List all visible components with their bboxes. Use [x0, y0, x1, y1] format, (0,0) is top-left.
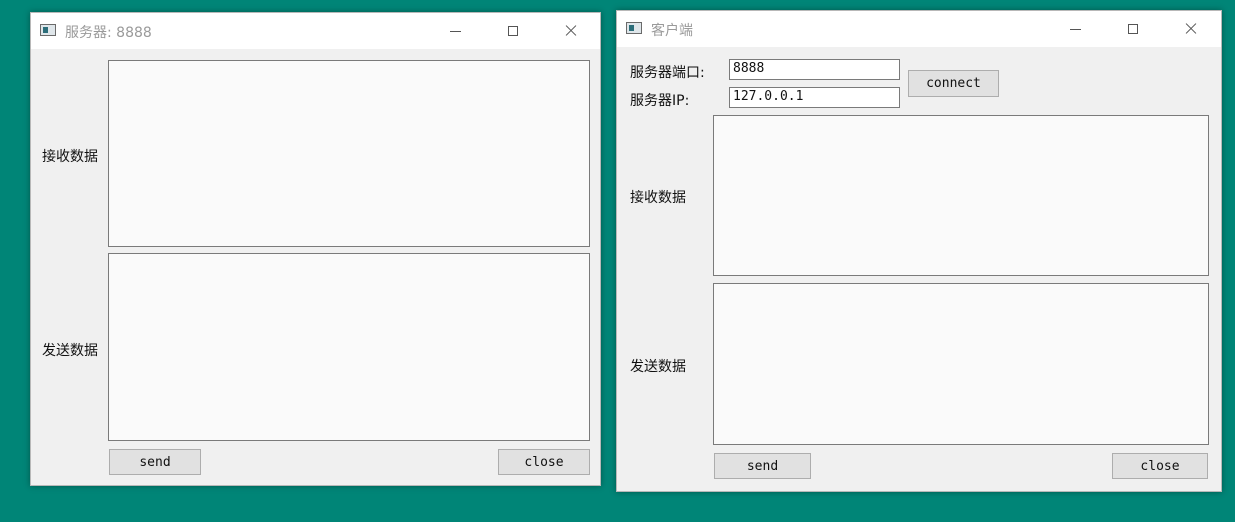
minimize-icon: [1069, 28, 1081, 30]
close-icon: [1184, 22, 1198, 36]
app-icon: [626, 22, 642, 34]
connect-button[interactable]: connect: [908, 70, 999, 97]
server-close-button[interactable]: close: [498, 449, 590, 475]
server-send-textarea[interactable]: [108, 253, 590, 441]
server-recv-label: 接收数据: [42, 149, 98, 165]
server-send-button[interactable]: send: [109, 449, 201, 475]
maximize-button[interactable]: [1110, 11, 1156, 47]
client-titlebar[interactable]: 客户端: [617, 11, 1221, 47]
maximize-icon: [508, 26, 518, 36]
maximize-button[interactable]: [490, 13, 536, 49]
client-window-title: 客户端: [651, 23, 693, 39]
close-icon: [564, 24, 578, 38]
close-window-button[interactable]: [1168, 11, 1214, 47]
ip-label: 服务器IP:: [630, 93, 690, 109]
client-recv-label: 接收数据: [630, 190, 686, 206]
server-window-title: 服务器: 8888: [65, 25, 152, 41]
app-icon: [40, 24, 56, 36]
client-send-textarea[interactable]: [713, 283, 1209, 445]
client-window: 客户端 服务器端口: 8888 服务器IP: 127.0.0.1 connect…: [616, 10, 1222, 492]
port-label: 服务器端口:: [630, 65, 705, 81]
port-input[interactable]: 8888: [729, 59, 900, 80]
client-send-button[interactable]: send: [714, 453, 811, 479]
server-send-label: 发送数据: [42, 343, 98, 359]
client-recv-textarea[interactable]: [713, 115, 1209, 276]
server-window: 服务器: 8888 接收数据 发送数据 send close: [30, 12, 601, 486]
client-send-label: 发送数据: [630, 359, 686, 375]
minimize-button[interactable]: [432, 13, 478, 49]
server-recv-textarea[interactable]: [108, 60, 590, 247]
minimize-icon: [449, 30, 461, 32]
maximize-icon: [1128, 24, 1138, 34]
minimize-button[interactable]: [1052, 11, 1098, 47]
close-window-button[interactable]: [548, 13, 594, 49]
ip-input[interactable]: 127.0.0.1: [729, 87, 900, 108]
client-close-button[interactable]: close: [1112, 453, 1208, 479]
server-titlebar[interactable]: 服务器: 8888: [31, 13, 600, 49]
